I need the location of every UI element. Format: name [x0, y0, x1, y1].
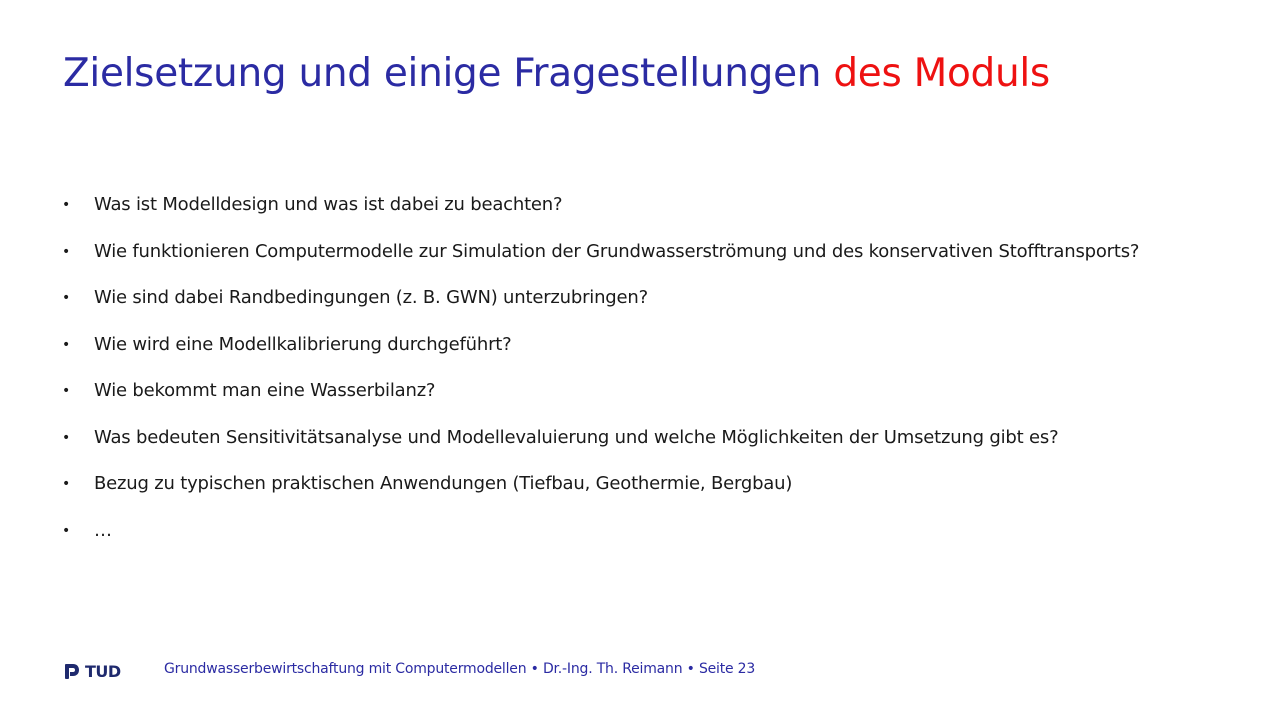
slide-title: Zielsetzung und einige Fragestellungen d…: [63, 46, 1050, 102]
footer-text: Grundwasserbewirtschaftung mit Computerm…: [164, 661, 756, 677]
bullet-dot: •: [62, 197, 71, 213]
title-accent: des Moduls: [833, 51, 1050, 96]
bullet-dot: •: [62, 383, 71, 399]
bullet-dot: •: [62, 522, 71, 539]
logo-text: TUD: [85, 661, 121, 681]
bullet-dot: •: [62, 476, 71, 492]
slide: Zielsetzung und einige Fragestellungen d…: [0, 0, 1280, 720]
bullet-dot: •: [62, 290, 71, 306]
tud-logo-icon: [65, 664, 79, 679]
title-main: Zielsetzung und einige Fragestellungen: [63, 51, 822, 96]
bullet-text: …: [94, 519, 112, 541]
bullet-item: • Was bedeuten Sensitivitätsanalyse und M…: [62, 418, 1232, 458]
bullet-item: • Wie wird eine Modellkalibrierung durchg…: [62, 325, 1232, 365]
bullet-dot: •: [62, 336, 71, 353]
bullet-text: Wie sind dabei Randbedingungen (z. B. GW…: [94, 287, 648, 308]
bullet-text: Wie funktionieren Computermodelle zur Si…: [94, 240, 1140, 262]
bullet-item: • Bezug zu typischen praktischen Anwendun…: [62, 464, 1232, 504]
tud-logo: TUD: [62, 658, 121, 684]
bullet-text: Wie wird eine Modellkalibrierung durchge…: [94, 333, 512, 355]
bullet-item: • Wie bekommt man eine Wasserbilanz?: [62, 371, 1232, 411]
bullet-dot: •: [62, 243, 71, 260]
bullet-list: • Was ist Modelldesign und was ist dabei …: [62, 185, 1232, 557]
bullet-dot: •: [62, 429, 71, 446]
bullet-item: • Wie sind dabei Randbedingungen (z. B. G…: [62, 278, 1232, 318]
slide-footer: TUD Grundwasserbewirtschaftung mit Compu…: [62, 656, 1212, 686]
bullet-text: Was bedeuten Sensitivitätsanalyse und Mo…: [94, 426, 1059, 448]
bullet-item: •…: [62, 511, 1232, 551]
bullet-item: • Wie funktionieren Computermodelle zur S…: [62, 232, 1232, 272]
bullet-text: Bezug zu typischen praktischen Anwendung…: [94, 473, 793, 494]
bullet-text: Wie bekommt man eine Wasserbilanz?: [94, 380, 436, 401]
bullet-text: Was ist Modelldesign und was ist dabei z…: [94, 194, 563, 215]
bullet-item: • Was ist Modelldesign und was ist dabei …: [62, 185, 1232, 225]
